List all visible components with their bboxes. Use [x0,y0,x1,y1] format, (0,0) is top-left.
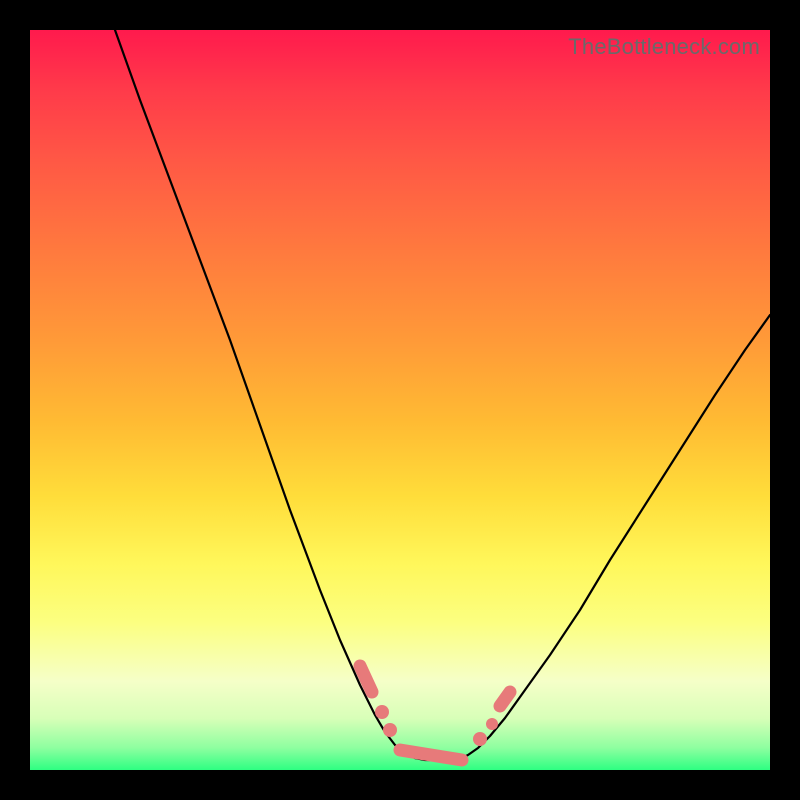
curve-left [115,30,415,758]
marker-dot [375,705,389,719]
data-markers [360,666,510,760]
marker-pill [400,750,462,760]
chart-frame: TheBottleneck.com [0,0,800,800]
marker-dot [486,718,498,730]
marker-pill [500,692,510,706]
marker-dot [383,723,397,737]
chart-svg [30,30,770,770]
marker-dot [473,732,487,746]
plot-area: TheBottleneck.com [30,30,770,770]
